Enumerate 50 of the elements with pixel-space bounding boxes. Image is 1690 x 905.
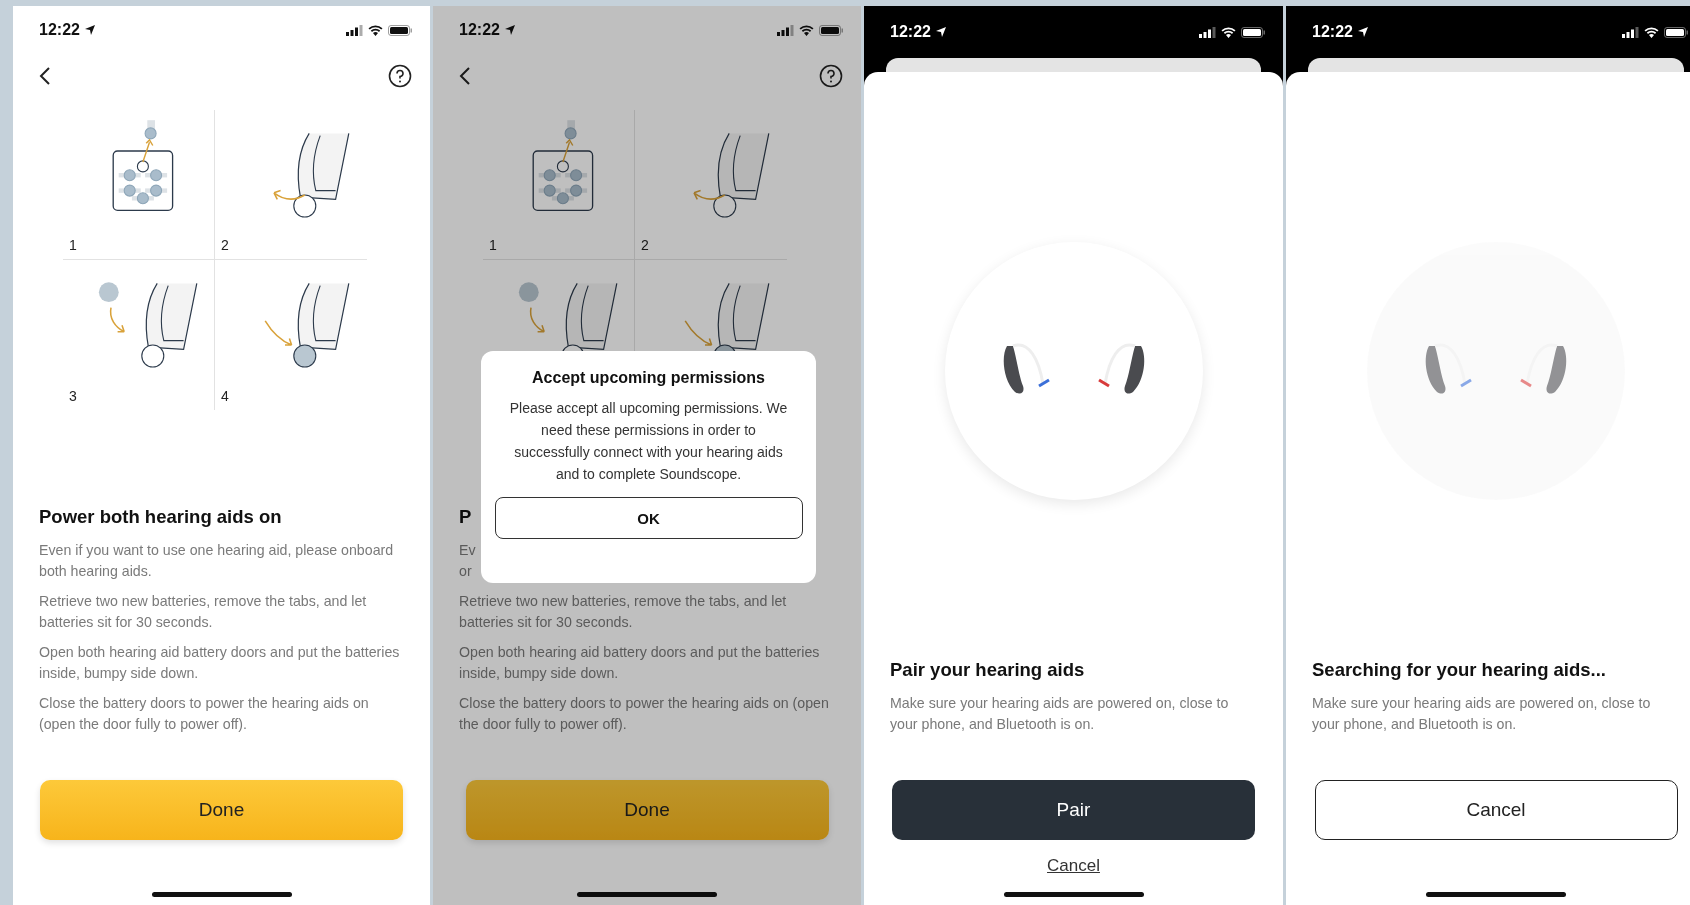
- instruction-text: Open both hearing aid battery doors and put the batteries inside, bumpy side down.: [459, 643, 821, 683]
- pair-button[interactable]: Pair: [892, 780, 1255, 840]
- wifi-icon: [1221, 26, 1236, 38]
- cancel-button[interactable]: Cancel: [1314, 780, 1678, 840]
- instruction-text: Make sure your hearing aids are powered on, close to your phone, and Bluetooth is on.: [1312, 694, 1652, 734]
- instruction-text: Open both hearing aid battery doors and put the batteries inside, bumpy side down.: [39, 643, 401, 683]
- screen-title: Searching for your hearing aids...: [1312, 659, 1606, 681]
- ok-button[interactable]: OK: [494, 497, 803, 539]
- step-number: 1: [489, 237, 497, 253]
- done-button[interactable]: Done: [40, 780, 403, 840]
- step-number: 3: [69, 388, 77, 404]
- instruction-text: Close the battery doors to power the hearing aids on (open the door fully to power off).: [459, 694, 830, 734]
- done-button[interactable]: Done: [465, 780, 829, 840]
- wifi-icon: [1644, 26, 1659, 38]
- wifi-icon: [799, 24, 814, 36]
- wifi-icon: [368, 24, 383, 36]
- status-time: 12:22: [890, 23, 931, 41]
- instruction-text: Ev or: [459, 541, 477, 581]
- location-arrow-icon: [84, 25, 95, 35]
- battery-icon: [1664, 26, 1688, 38]
- signal-icon: [1199, 26, 1216, 38]
- instruction-text: Retrieve two new batteries, remove the tabs, and let batteries sit for 30 seconds.: [39, 592, 368, 632]
- status-time: 12:22: [39, 21, 80, 39]
- instruction-text: Even if you want to use one hearing aid, please onboard both hearing aids.: [39, 541, 395, 581]
- location-arrow-icon: [1357, 27, 1368, 37]
- battery-icon: [388, 24, 412, 36]
- back-icon[interactable]: [39, 66, 51, 86]
- step-number: 4: [221, 388, 229, 404]
- signal-icon: [1622, 26, 1639, 38]
- step-number: 1: [69, 237, 77, 253]
- battery-icon: [1241, 26, 1265, 38]
- back-icon[interactable]: [459, 66, 471, 86]
- screen-title: P: [459, 506, 472, 528]
- dialog-title: Accept upcoming permissions: [532, 369, 765, 387]
- location-arrow-icon: [504, 25, 515, 35]
- dialog-message: Please accept all upcoming permissions. We need these permissions in order to successfully connect with your hearing aids and to complete Soundscope.: [508, 399, 789, 484]
- status-time: 12:22: [459, 21, 500, 39]
- instruction-text: Close the battery doors to power the hearing aids on (open the door fully to power off).: [39, 694, 370, 734]
- step-number: 2: [641, 237, 649, 253]
- screen-title: Power both hearing aids on: [39, 506, 282, 528]
- step-number: 2: [221, 237, 229, 253]
- signal-icon: [346, 24, 363, 36]
- instruction-text: Retrieve two new batteries, remove the tabs, and let batteries sit for 30 seconds.: [459, 592, 788, 632]
- status-time: 12:22: [1312, 23, 1353, 41]
- screen-title: Pair your hearing aids: [890, 659, 1085, 681]
- cancel-link[interactable]: Cancel: [1047, 856, 1100, 876]
- instruction-text: Make sure your hearing aids are powered on, close to your phone, and Bluetooth is on.: [890, 694, 1230, 734]
- location-arrow-icon: [935, 27, 946, 37]
- help-icon[interactable]: [388, 64, 412, 88]
- help-icon[interactable]: [819, 64, 843, 88]
